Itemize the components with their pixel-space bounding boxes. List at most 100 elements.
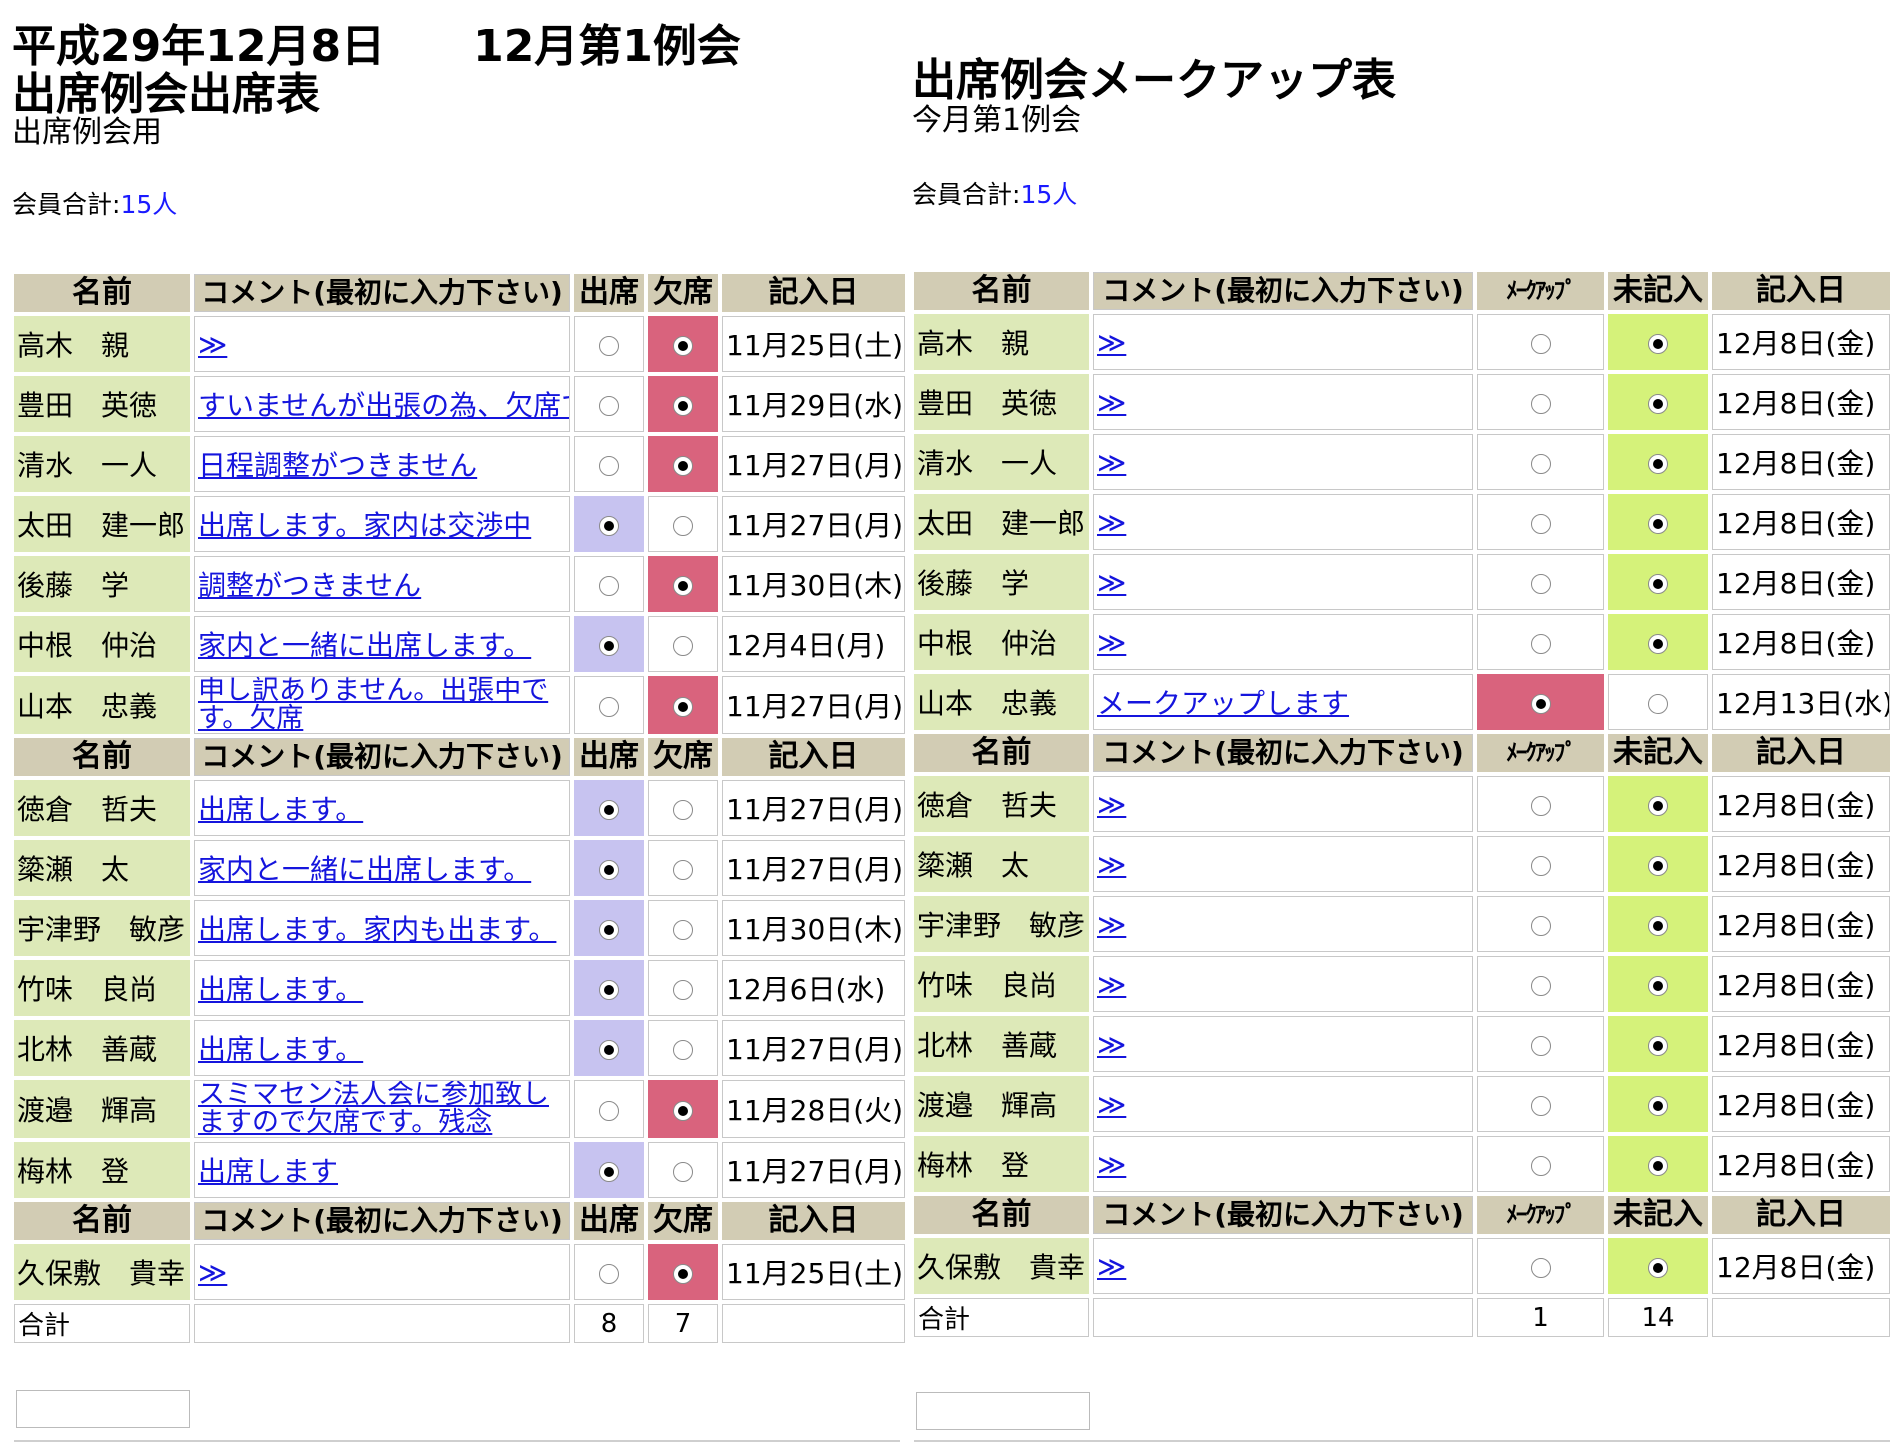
choice-2-radio[interactable] bbox=[673, 1100, 693, 1121]
choice-1-radio[interactable] bbox=[599, 515, 619, 536]
choice-2-radio[interactable] bbox=[673, 635, 693, 656]
choice-2-radio[interactable] bbox=[673, 455, 693, 476]
comment-link[interactable]: ≫ bbox=[1097, 1148, 1126, 1181]
comment-link[interactable]: 出席します。家内も出ます。 bbox=[198, 913, 556, 946]
choice-1-radio[interactable] bbox=[1530, 975, 1551, 996]
comment-link[interactable]: ≫ bbox=[1097, 1028, 1126, 1061]
comment-link[interactable]: ≫ bbox=[1097, 788, 1126, 821]
comment-link[interactable]: 出席します。 bbox=[198, 1033, 363, 1066]
comment-cell: スミマセン法人会に参加致しますので欠席です。残念 bbox=[194, 1080, 570, 1138]
choice-2-cell bbox=[648, 676, 718, 734]
comment-link[interactable]: 家内と一緒に出席します。 bbox=[198, 629, 531, 662]
choice-2-radio[interactable] bbox=[1648, 693, 1668, 714]
choice-2-radio[interactable] bbox=[1648, 975, 1668, 996]
choice-1-radio[interactable] bbox=[599, 919, 619, 940]
comment-link[interactable]: 出席します。 bbox=[198, 793, 363, 826]
choice-1-radio[interactable] bbox=[599, 575, 619, 596]
choice-1-radio[interactable] bbox=[599, 799, 619, 820]
choice-2-radio[interactable] bbox=[1648, 855, 1668, 876]
comment-link[interactable]: ≫ bbox=[1097, 908, 1126, 941]
choice-2-radio[interactable] bbox=[1648, 573, 1668, 594]
comment-link[interactable]: スミマセン法人会に参加致しますので欠席です。残念 bbox=[198, 1081, 566, 1137]
choice-1-radio[interactable] bbox=[1530, 855, 1551, 876]
choice-2-radio[interactable] bbox=[673, 859, 693, 880]
choice-1-radio[interactable] bbox=[1530, 1155, 1551, 1176]
choice-1-radio[interactable] bbox=[1530, 1095, 1551, 1116]
choice-2-radio[interactable] bbox=[673, 1161, 693, 1182]
comment-link[interactable]: 家内と一緒に出席します。 bbox=[198, 853, 531, 886]
choice-1-radio[interactable] bbox=[1530, 1257, 1551, 1278]
comment-link[interactable]: 出席します。家内は交渉中 bbox=[198, 509, 531, 542]
choice-2-radio[interactable] bbox=[1648, 1257, 1668, 1278]
comment-link[interactable]: メークアップします bbox=[1097, 687, 1349, 720]
choice-1-radio[interactable] bbox=[599, 635, 619, 656]
choice-2-radio[interactable] bbox=[673, 395, 693, 416]
choice-2-radio[interactable] bbox=[1648, 393, 1668, 414]
member-name: 後藤 学 bbox=[914, 554, 1089, 610]
choice-1-radio[interactable] bbox=[599, 1100, 619, 1121]
comment-link[interactable]: ≫ bbox=[1097, 968, 1126, 1001]
comment-link[interactable]: ≫ bbox=[1097, 626, 1126, 659]
choice-2-radio[interactable] bbox=[1648, 1155, 1668, 1176]
choice-1-radio[interactable] bbox=[1530, 795, 1551, 816]
comment-link[interactable]: ≫ bbox=[1097, 326, 1126, 359]
comment-link[interactable]: ≫ bbox=[1097, 1088, 1126, 1121]
choice-2-radio[interactable] bbox=[673, 799, 693, 820]
member-name: 北林 善蔵 bbox=[914, 1016, 1089, 1072]
choice-2-radio[interactable] bbox=[673, 515, 693, 536]
comment-link[interactable]: ≫ bbox=[1097, 566, 1126, 599]
makeup-blank-field[interactable] bbox=[916, 1392, 1090, 1430]
choice-1-radio[interactable] bbox=[1530, 333, 1551, 354]
comment-link[interactable]: 申し訳ありません。出張中です。欠席 bbox=[198, 677, 566, 733]
comment-link[interactable]: 出席します bbox=[198, 1155, 338, 1188]
choice-2-radio[interactable] bbox=[1648, 915, 1668, 936]
choice-2-radio[interactable] bbox=[1648, 513, 1668, 534]
choice-1-radio[interactable] bbox=[1530, 513, 1551, 534]
comment-link[interactable]: ≫ bbox=[1097, 506, 1126, 539]
choice-1-radio[interactable] bbox=[1530, 1035, 1551, 1056]
choice-2-radio[interactable] bbox=[673, 575, 693, 596]
choice-2-radio[interactable] bbox=[673, 696, 693, 717]
comment-link[interactable]: 調整がつきません bbox=[198, 569, 421, 602]
choice-2-radio[interactable] bbox=[1648, 795, 1668, 816]
comment-link[interactable]: 日程調整がつきません bbox=[198, 449, 477, 482]
entry-date: 11月27日(月) bbox=[722, 1142, 905, 1198]
comment-link[interactable]: すいませんが出張の為、欠席です。 bbox=[198, 389, 569, 422]
choice-2-radio[interactable] bbox=[1648, 633, 1668, 654]
choice-2-radio[interactable] bbox=[1648, 1095, 1668, 1116]
choice-1-radio[interactable] bbox=[599, 696, 619, 717]
comment-link[interactable]: ≫ bbox=[1097, 848, 1126, 881]
choice-2-radio[interactable] bbox=[673, 979, 693, 1000]
choice-1-radio[interactable] bbox=[1530, 915, 1551, 936]
choice-1-radio[interactable] bbox=[1530, 393, 1551, 414]
choice-2-radio[interactable] bbox=[673, 335, 693, 356]
choice-2-radio[interactable] bbox=[1648, 333, 1668, 354]
attendance-blank-field[interactable] bbox=[16, 1390, 190, 1428]
comment-link[interactable]: 出席します。 bbox=[198, 973, 363, 1006]
choice-2-radio[interactable] bbox=[1648, 453, 1668, 474]
choice-1-radio[interactable] bbox=[599, 335, 619, 356]
choice-2-radio[interactable] bbox=[673, 1039, 693, 1060]
choice-1-radio[interactable] bbox=[599, 1263, 619, 1284]
comment-link[interactable]: ≫ bbox=[198, 328, 227, 361]
choice-1-radio[interactable] bbox=[599, 1161, 619, 1182]
meeting-date-heading: 平成29年12月8日 12月第1例会 bbox=[12, 21, 741, 72]
choice-1-radio[interactable] bbox=[1530, 453, 1551, 474]
choice-1-radio[interactable] bbox=[1530, 693, 1551, 714]
comment-link[interactable]: ≫ bbox=[1097, 1250, 1126, 1283]
choice-1-radio[interactable] bbox=[1530, 633, 1551, 654]
comment-link[interactable]: ≫ bbox=[1097, 386, 1126, 419]
choice-1-radio[interactable] bbox=[599, 455, 619, 476]
choice-1-radio[interactable] bbox=[599, 859, 619, 880]
member-name: 高木 親 bbox=[14, 316, 190, 372]
choice-2-radio[interactable] bbox=[1648, 1035, 1668, 1056]
choice-1-radio[interactable] bbox=[599, 395, 619, 416]
member-row: 高木 親 ≫ 12月8日(金) bbox=[914, 314, 1890, 370]
comment-link[interactable]: ≫ bbox=[1097, 446, 1126, 479]
choice-2-radio[interactable] bbox=[673, 1263, 693, 1284]
choice-1-radio[interactable] bbox=[599, 979, 619, 1000]
choice-2-radio[interactable] bbox=[673, 919, 693, 940]
choice-1-radio[interactable] bbox=[599, 1039, 619, 1060]
choice-1-radio[interactable] bbox=[1530, 573, 1551, 594]
comment-link[interactable]: ≫ bbox=[198, 1256, 227, 1289]
